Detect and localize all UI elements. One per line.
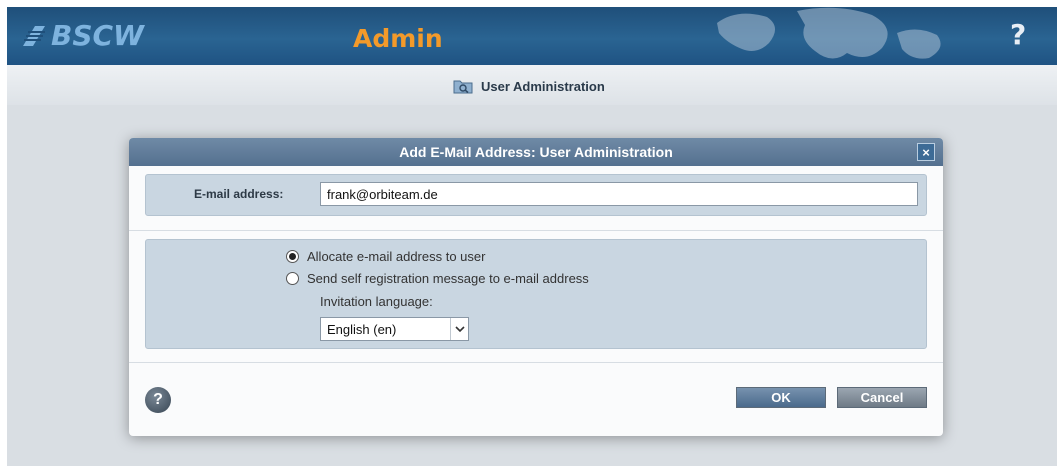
option-self-registration[interactable]: Send self registration message to e-mail…	[286, 271, 589, 286]
logo-mark-icon	[23, 25, 45, 46]
radio-self-registration[interactable]	[286, 272, 299, 285]
chevron-down-icon[interactable]	[450, 318, 468, 340]
divider	[129, 362, 943, 363]
option-allocate-label: Allocate e-mail address to user	[307, 249, 486, 264]
help-icon[interactable]: ?	[1010, 18, 1026, 51]
logo-text: BSCW	[51, 19, 144, 52]
help-button[interactable]: ?	[145, 387, 171, 413]
app-title: Admin	[353, 24, 443, 53]
add-email-dialog: Add E-Mail Address: User Administration …	[129, 138, 943, 436]
email-label: E-mail address:	[194, 187, 284, 201]
app-header: BSCW Admin ?	[7, 7, 1057, 65]
option-self-registration-label: Send self registration message to e-mail…	[307, 271, 589, 286]
cancel-button[interactable]: Cancel	[837, 387, 927, 408]
breadcrumb[interactable]: User Administration	[453, 78, 605, 94]
dialog-title: Add E-Mail Address: User Administration	[399, 144, 673, 160]
radio-allocate[interactable]	[286, 250, 299, 263]
dialog-titlebar[interactable]: Add E-Mail Address: User Administration …	[129, 138, 943, 166]
breadcrumb-label: User Administration	[481, 78, 605, 94]
invitation-language-label: Invitation language:	[320, 294, 433, 309]
select-value: English (en)	[327, 321, 397, 337]
world-map-decoration	[717, 7, 941, 59]
email-panel: E-mail address:	[145, 174, 927, 216]
bscw-logo[interactable]: BSCW	[21, 19, 144, 52]
divider	[129, 230, 943, 231]
email-input[interactable]	[320, 182, 918, 206]
folder-search-icon	[453, 80, 473, 94]
ok-button[interactable]: OK	[736, 387, 826, 408]
invitation-language-select[interactable]: English (en)	[320, 317, 469, 341]
option-allocate[interactable]: Allocate e-mail address to user	[286, 249, 485, 264]
options-panel: Allocate e-mail address to user Send sel…	[145, 239, 927, 349]
close-icon[interactable]: ×	[917, 143, 935, 161]
